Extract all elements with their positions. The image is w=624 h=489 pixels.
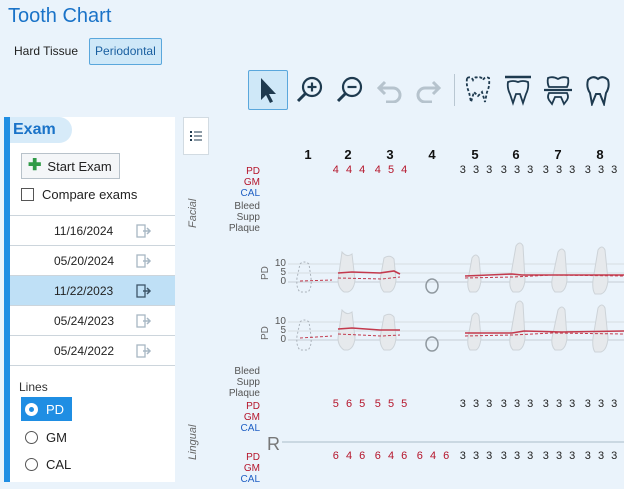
exam-date: 05/24/2023 [54, 314, 115, 328]
tooth-7-lingual[interactable] [551, 306, 568, 351]
lingual-pd-value[interactable]: 5 6 5 [330, 398, 370, 410]
tooth-8-facial[interactable] [592, 246, 609, 295]
line-option-cal[interactable]: CAL [21, 452, 79, 476]
tooth-2-lingual[interactable] [337, 308, 356, 351]
start-exam-label: Start Exam [47, 158, 112, 174]
zoom-out-button[interactable] [330, 70, 370, 110]
row-label-cal: CAL [240, 423, 260, 434]
lower-pd-value[interactable]: 6 4 6 [372, 450, 412, 462]
lingual-pd-value[interactable]: 3 3 3 [540, 398, 580, 410]
tooth-graph [282, 242, 624, 443]
row-label-plaque: Plaque [228, 388, 260, 399]
open-exam-icon[interactable] [136, 224, 152, 238]
single-tooth-icon [586, 76, 610, 106]
exam-date: 05/24/2022 [54, 344, 115, 358]
pointer-tool-button[interactable] [248, 70, 288, 110]
row-label-cal: CAL [240, 474, 260, 485]
start-exam-button[interactable]: ✚ Start Exam [21, 153, 120, 179]
lower-pd-value[interactable]: 6 4 6 [330, 450, 370, 462]
tooth-3-lingual[interactable] [379, 313, 397, 351]
exam-row-selected[interactable]: 11/22/2023 [10, 276, 175, 306]
tooth-1-facial[interactable] [296, 261, 312, 293]
lower-pd-value[interactable]: 3 3 3 [540, 450, 580, 462]
tab-hard-tissue[interactable]: Hard Tissue [8, 38, 84, 65]
radio-icon [25, 430, 38, 444]
tooth-4-lingual[interactable] [425, 336, 439, 352]
lower-teeth-icon [505, 75, 531, 106]
exam-panel: Exam ✚ Start Exam Compare exams 11/16/20… [4, 117, 175, 482]
exam-row[interactable]: 11/16/2024 [10, 216, 175, 246]
exam-date: 05/20/2024 [54, 254, 115, 268]
perio-chart: 1 2 3 4 5 6 7 8 Facial Lingual PD GM CAL… [182, 140, 624, 489]
quadrant-label: R [267, 434, 280, 454]
open-exam-icon[interactable] [136, 344, 152, 358]
exam-date: 11/16/2024 [54, 224, 114, 238]
tooth-7-facial[interactable] [551, 248, 568, 293]
lower-teeth-button[interactable] [498, 70, 538, 110]
lingual-pd-value[interactable]: 3 3 3 [457, 398, 497, 410]
lower-pd-value[interactable]: 3 3 3 [582, 450, 622, 462]
page-title: Tooth Chart [8, 5, 112, 27]
compare-exams-label: Compare exams [42, 187, 138, 202]
lingual-pd-value[interactable]: 3 3 3 [582, 398, 622, 410]
tooth-6-lingual[interactable] [509, 300, 526, 351]
lower-pd-value[interactable]: 6 4 6 [414, 450, 454, 462]
zoom-in-icon [296, 76, 323, 103]
row-label-bleed: Bleed [234, 366, 260, 377]
exam-row[interactable]: 05/24/2023 [10, 306, 175, 336]
row-label-gm: GM [243, 412, 260, 423]
lingual-pd-value[interactable]: 3 3 3 [498, 398, 538, 410]
row-label-gm: GM [243, 463, 260, 474]
exam-panel-tab[interactable]: Exam [10, 117, 72, 143]
line-option-gm[interactable]: GM [21, 425, 75, 449]
radio-icon [25, 402, 38, 416]
compare-exams-checkbox[interactable]: Compare exams [21, 187, 137, 202]
open-exam-icon[interactable] [136, 314, 152, 328]
zoom-out-icon [336, 76, 363, 103]
lower-pd-value[interactable]: 3 3 3 [457, 450, 497, 462]
line-option-label: PD [46, 401, 65, 417]
tooth-5-facial[interactable] [467, 254, 482, 293]
zoom-in-button[interactable] [290, 70, 330, 110]
checkbox-icon [21, 188, 34, 201]
tooth-6-facial[interactable] [509, 242, 526, 293]
tooth-1-lingual[interactable] [296, 319, 312, 351]
row-label-pd: PD [246, 452, 260, 463]
lower-pd-value[interactable]: 3 3 3 [498, 450, 538, 462]
row-label-pd: PD [246, 401, 260, 412]
open-exam-icon[interactable] [136, 284, 152, 298]
line-option-label: CAL [46, 456, 72, 472]
open-exam-icon[interactable] [136, 254, 152, 268]
bite-view-button[interactable] [538, 70, 578, 110]
single-tooth-button[interactable] [578, 70, 618, 110]
row-label-supp: Supp [236, 377, 260, 388]
radio-icon [25, 457, 38, 471]
upper-teeth-button[interactable] [458, 70, 498, 110]
tooth-5-lingual[interactable] [467, 312, 482, 351]
line-option-label: GM [46, 429, 67, 445]
bite-view-icon [544, 76, 572, 106]
exam-list: 11/16/2024 05/20/2024 11/22/2023 05/24/2… [10, 215, 175, 366]
exam-date: 11/22/2023 [54, 284, 114, 298]
exam-row[interactable]: 05/20/2024 [10, 246, 175, 276]
pointer-icon [261, 78, 276, 103]
undo-button[interactable] [370, 70, 410, 110]
tab-periodontal[interactable]: Periodontal [89, 38, 162, 65]
undo-icon [376, 80, 402, 103]
tooth-4-facial[interactable] [425, 278, 439, 294]
upper-teeth-icon [465, 76, 491, 103]
redo-icon [416, 80, 442, 103]
chart-subtabs: Hard Tissue Periodontal [8, 38, 167, 65]
exam-row[interactable]: 05/24/2022 [10, 336, 175, 366]
line-option-pd[interactable]: PD [21, 397, 73, 421]
toolbar-divider [454, 74, 455, 106]
redo-button[interactable] [408, 70, 448, 110]
tooth-8-lingual[interactable] [592, 304, 609, 353]
lines-label: Lines [19, 380, 48, 394]
lingual-pd-value[interactable]: 5 5 5 [372, 398, 412, 410]
tooth-3-facial[interactable] [379, 255, 397, 293]
plus-icon: ✚ [28, 157, 42, 174]
